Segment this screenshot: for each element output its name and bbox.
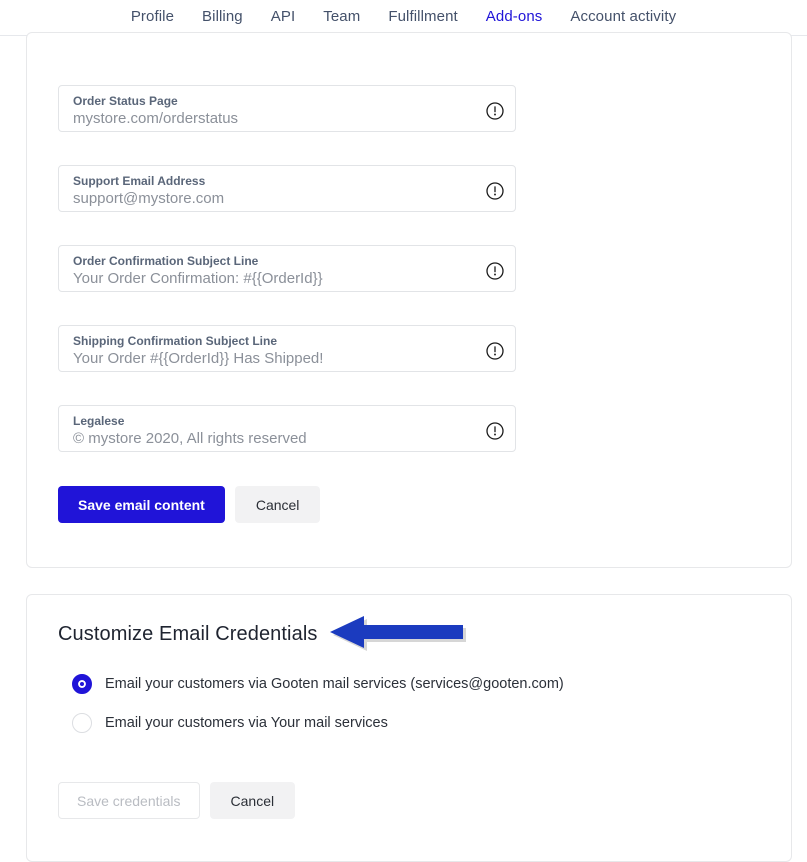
nav-tab-billing[interactable]: Billing [188, 0, 257, 36]
field-texts: Support Email Address support@mystore.co… [73, 174, 478, 209]
field-value: mystore.com/orderstatus [73, 109, 239, 127]
field-value: © mystore 2020, All rights reserved [73, 429, 307, 447]
radio-button-unselected-icon[interactable] [72, 713, 92, 733]
radio-option-gooten-mail-services[interactable]: Email your customers via Gooten mail ser… [72, 672, 564, 696]
field-support-email-address[interactable]: Support Email Address support@mystore.co… [58, 165, 516, 212]
nav-tab-account-activity[interactable]: Account activity [556, 0, 690, 36]
radio-button-selected-icon[interactable] [72, 674, 92, 694]
field-value: Your Order #{{OrderId}} Has Shipped! [73, 349, 324, 367]
nav-tab-fulfillment[interactable]: Fulfillment [374, 0, 471, 36]
save-email-content-button[interactable]: Save email content [58, 486, 225, 523]
radio-option-your-mail-services[interactable]: Email your customers via Your mail servi… [72, 711, 564, 735]
email-credentials-actions: Save credentials Cancel [58, 782, 296, 819]
email-content-card: Order Status Page mystore.com/orderstatu… [26, 32, 792, 568]
save-credentials-button[interactable]: Save credentials [58, 782, 200, 819]
nav-tab-profile[interactable]: Profile [117, 0, 188, 36]
nav-tab-team[interactable]: Team [309, 0, 374, 36]
section-title-customize-email-credentials: Customize Email Credentials [58, 623, 318, 645]
field-shipping-confirmation-subject-line[interactable]: Shipping Confirmation Subject Line Your … [58, 325, 516, 372]
info-circle-icon[interactable] [486, 102, 504, 120]
field-order-status-page[interactable]: Order Status Page mystore.com/orderstatu… [58, 85, 516, 132]
field-order-confirmation-subject-line[interactable]: Order Confirmation Subject Line Your Ord… [58, 245, 516, 292]
radio-option-label: Email your customers via Gooten mail ser… [105, 676, 564, 692]
info-circle-icon[interactable] [486, 182, 504, 200]
field-label: Shipping Confirmation Subject Line [73, 333, 277, 348]
field-value: support@mystore.com [73, 189, 225, 207]
mail-service-radio-group: Email your customers via Gooten mail ser… [72, 672, 564, 750]
field-texts: Order Confirmation Subject Line Your Ord… [73, 254, 478, 289]
info-circle-icon[interactable] [486, 262, 504, 280]
email-content-actions: Save email content Cancel [58, 486, 321, 523]
field-texts: Shipping Confirmation Subject Line Your … [73, 334, 478, 369]
cancel-credentials-button[interactable]: Cancel [209, 782, 296, 819]
field-label: Support Email Address [73, 173, 206, 188]
nav-tab-api[interactable]: API [257, 0, 309, 36]
field-texts: Legalese © mystore 2020, All rights rese… [73, 414, 478, 449]
field-value: Your Order Confirmation: #{{OrderId}} [73, 269, 323, 287]
email-credentials-card: Customize Email Credentials Email your c… [26, 594, 792, 862]
radio-option-label: Email your customers via Your mail servi… [105, 715, 388, 731]
field-label: Order Confirmation Subject Line [73, 253, 259, 268]
nav-tab-add-ons[interactable]: Add-ons [472, 0, 557, 36]
field-label: Order Status Page [73, 93, 178, 108]
cancel-email-content-button[interactable]: Cancel [234, 486, 321, 523]
info-circle-icon[interactable] [486, 342, 504, 360]
field-legalese[interactable]: Legalese © mystore 2020, All rights rese… [58, 405, 516, 452]
info-circle-icon[interactable] [486, 422, 504, 440]
top-navigation: Profile Billing API Team Fulfillment Add… [0, 0, 807, 36]
field-texts: Order Status Page mystore.com/orderstatu… [73, 94, 478, 129]
field-label: Legalese [73, 413, 125, 428]
